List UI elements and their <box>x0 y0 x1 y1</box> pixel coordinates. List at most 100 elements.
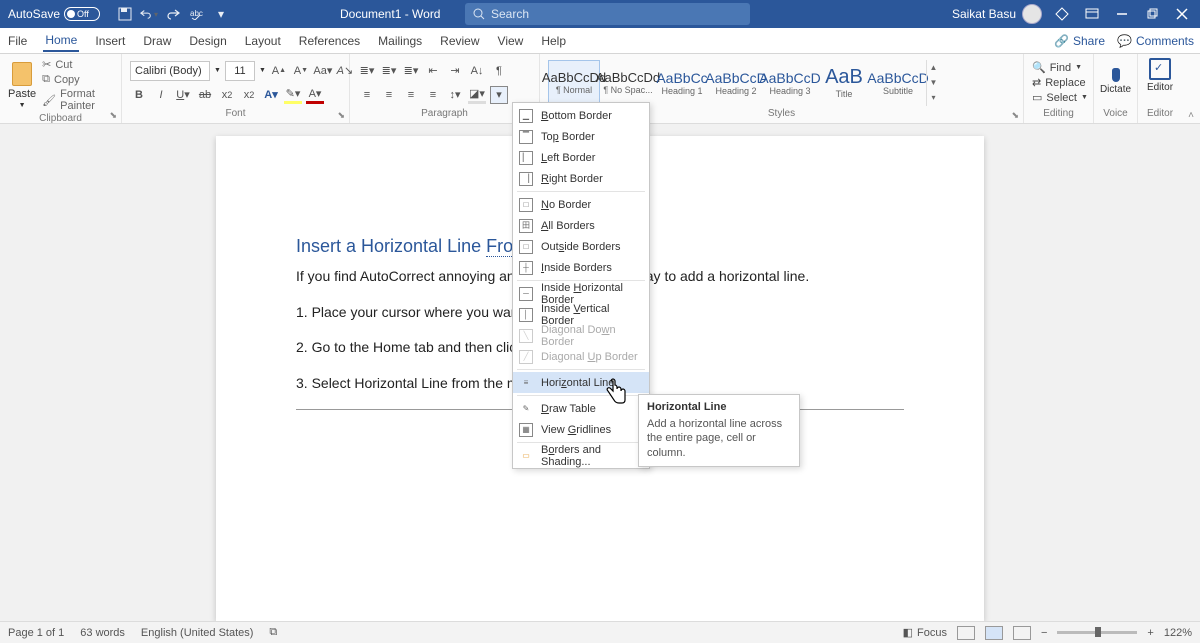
font-color-icon[interactable]: A▾ <box>306 86 324 104</box>
qa-more-icon[interactable]: ▾ <box>212 5 230 23</box>
dictate-icon[interactable] <box>1107 58 1125 82</box>
justify-icon[interactable]: ≡ <box>424 86 442 104</box>
font-size-combo[interactable]: 11 <box>225 61 255 81</box>
tab-file[interactable]: File <box>6 30 29 51</box>
strikethrough-button[interactable]: ab <box>196 86 214 104</box>
diamond-icon[interactable] <box>1052 4 1072 24</box>
zoom-slider[interactable] <box>1057 631 1137 634</box>
word-count[interactable]: 63 words <box>80 627 125 639</box>
align-left-icon[interactable]: ≡ <box>358 86 376 104</box>
style-title[interactable]: AaBTitle <box>818 60 870 106</box>
language-indicator[interactable]: English (United States) <box>141 627 254 639</box>
ribbon-display-icon[interactable] <box>1082 4 1102 24</box>
grow-font-icon[interactable]: A▲ <box>270 62 288 80</box>
paste-button[interactable]: Paste ▼ <box>8 62 36 109</box>
menu-no-border[interactable]: □No Border <box>513 194 649 215</box>
web-layout-icon[interactable] <box>1013 626 1031 640</box>
styles-dialog-launcher[interactable]: ⬊ <box>1011 110 1019 121</box>
restore-icon[interactable] <box>1142 4 1162 24</box>
style-heading2[interactable]: AaBbCcDHeading 2 <box>710 60 762 106</box>
subscript-button[interactable]: x2 <box>218 86 236 104</box>
autosave-toggle[interactable]: Off <box>64 7 100 21</box>
undo-icon[interactable] <box>140 5 158 23</box>
focus-mode-button[interactable]: ◧Focus <box>903 626 947 639</box>
tab-design[interactable]: Design <box>187 30 228 51</box>
borders-button[interactable]: ▾ <box>490 86 508 104</box>
comments-button[interactable]: 💬Comments <box>1117 34 1194 48</box>
change-case-icon[interactable]: Aa▾ <box>314 62 332 80</box>
menu-top-border[interactable]: ▔Top Border <box>513 126 649 147</box>
menu-draw-table[interactable]: ✎Draw Table <box>513 398 649 419</box>
menu-borders-shading[interactable]: ▭Borders and Shading... <box>513 445 649 466</box>
style-subtitle[interactable]: AaBbCcDSubtitle <box>872 60 924 106</box>
menu-inside-h-border[interactable]: ─Inside Horizontal Border <box>513 283 649 304</box>
italic-button[interactable]: I <box>152 86 170 104</box>
save-icon[interactable] <box>116 5 134 23</box>
close-icon[interactable] <box>1172 4 1192 24</box>
copy-button[interactable]: ⧉Copy <box>42 73 113 86</box>
cut-button[interactable]: ✂Cut <box>42 58 113 71</box>
shrink-font-icon[interactable]: A▼ <box>292 62 310 80</box>
replace-button[interactable]: ⇄Replace <box>1032 76 1088 89</box>
bold-button[interactable]: B <box>130 86 148 104</box>
decrease-indent-icon[interactable]: ⇤ <box>424 62 442 80</box>
text-effects-icon[interactable]: A▾ <box>262 86 280 104</box>
tab-references[interactable]: References <box>297 30 362 51</box>
user-account[interactable]: Saikat Basu <box>952 4 1042 24</box>
menu-right-border[interactable]: ▕Right Border <box>513 168 649 189</box>
menu-horizontal-line[interactable]: ≡Horizontal Line <box>513 372 649 393</box>
menu-inside-borders[interactable]: ┼Inside Borders <box>513 257 649 278</box>
tab-review[interactable]: Review <box>438 30 481 51</box>
tab-mailings[interactable]: Mailings <box>376 30 424 51</box>
spellcheck-icon[interactable]: abc <box>188 5 206 23</box>
menu-bottom-border[interactable]: ▁Bottom Border <box>513 105 649 126</box>
increase-indent-icon[interactable]: ⇥ <box>446 62 464 80</box>
find-button[interactable]: 🔍Find▼ <box>1032 61 1088 74</box>
tab-help[interactable]: Help <box>539 30 568 51</box>
style-normal[interactable]: AaBbCcDd¶ Normal <box>548 60 600 106</box>
accessibility-icon[interactable]: ⧉ <box>269 626 277 639</box>
zoom-out-button[interactable]: − <box>1041 627 1047 639</box>
menu-left-border[interactable]: ▏Left Border <box>513 147 649 168</box>
numbering-icon[interactable]: ≣▾ <box>380 62 398 80</box>
menu-all-borders[interactable]: 田All Borders <box>513 215 649 236</box>
tab-draw[interactable]: Draw <box>141 30 173 51</box>
format-painter-button[interactable]: 🖌Format Painter <box>42 88 113 112</box>
search-box[interactable]: Search <box>465 3 750 25</box>
menu-outside-borders[interactable]: □Outside Borders <box>513 236 649 257</box>
bullets-icon[interactable]: ≣▾ <box>358 62 376 80</box>
align-center-icon[interactable]: ≡ <box>380 86 398 104</box>
print-layout-icon[interactable] <box>985 626 1003 640</box>
highlight-icon[interactable]: ✎▾ <box>284 86 302 104</box>
multilevel-icon[interactable]: ≣▾ <box>402 62 420 80</box>
autosave-control[interactable]: AutoSave Off <box>0 7 108 21</box>
zoom-level[interactable]: 122% <box>1164 627 1192 639</box>
collapse-ribbon-icon[interactable]: ˄ <box>1182 54 1200 123</box>
redo-icon[interactable] <box>164 5 182 23</box>
underline-button[interactable]: U▾ <box>174 86 192 104</box>
clipboard-dialog-launcher[interactable]: ⬊ <box>109 110 117 121</box>
line-spacing-icon[interactable]: ↕▾ <box>446 86 464 104</box>
align-right-icon[interactable]: ≡ <box>402 86 420 104</box>
editor-icon[interactable] <box>1149 58 1171 80</box>
zoom-in-button[interactable]: + <box>1147 627 1153 639</box>
superscript-button[interactable]: x2 <box>240 86 258 104</box>
read-mode-icon[interactable] <box>957 626 975 640</box>
style-nospacing[interactable]: AaBbCcDd¶ No Spac... <box>602 60 654 106</box>
share-button[interactable]: 🔗Share <box>1054 34 1105 48</box>
show-marks-icon[interactable]: ¶ <box>490 62 508 80</box>
tab-insert[interactable]: Insert <box>93 30 127 51</box>
font-dialog-launcher[interactable]: ⬊ <box>337 110 345 121</box>
sort-icon[interactable]: A↓ <box>468 62 486 80</box>
minimize-icon[interactable] <box>1112 4 1132 24</box>
tab-layout[interactable]: Layout <box>243 30 283 51</box>
styles-more[interactable]: ▲▼▾ <box>926 60 940 106</box>
menu-view-gridlines[interactable]: ▦View Gridlines <box>513 419 649 440</box>
style-heading1[interactable]: AaBbCcHeading 1 <box>656 60 708 106</box>
style-heading3[interactable]: AaBbCcDHeading 3 <box>764 60 816 106</box>
shading-icon[interactable]: ◪▾ <box>468 86 486 104</box>
page-indicator[interactable]: Page 1 of 1 <box>8 627 64 639</box>
menu-inside-v-border[interactable]: │Inside Vertical Border <box>513 304 649 325</box>
tab-home[interactable]: Home <box>43 29 79 52</box>
font-name-combo[interactable]: Calibri (Body) <box>130 61 210 81</box>
